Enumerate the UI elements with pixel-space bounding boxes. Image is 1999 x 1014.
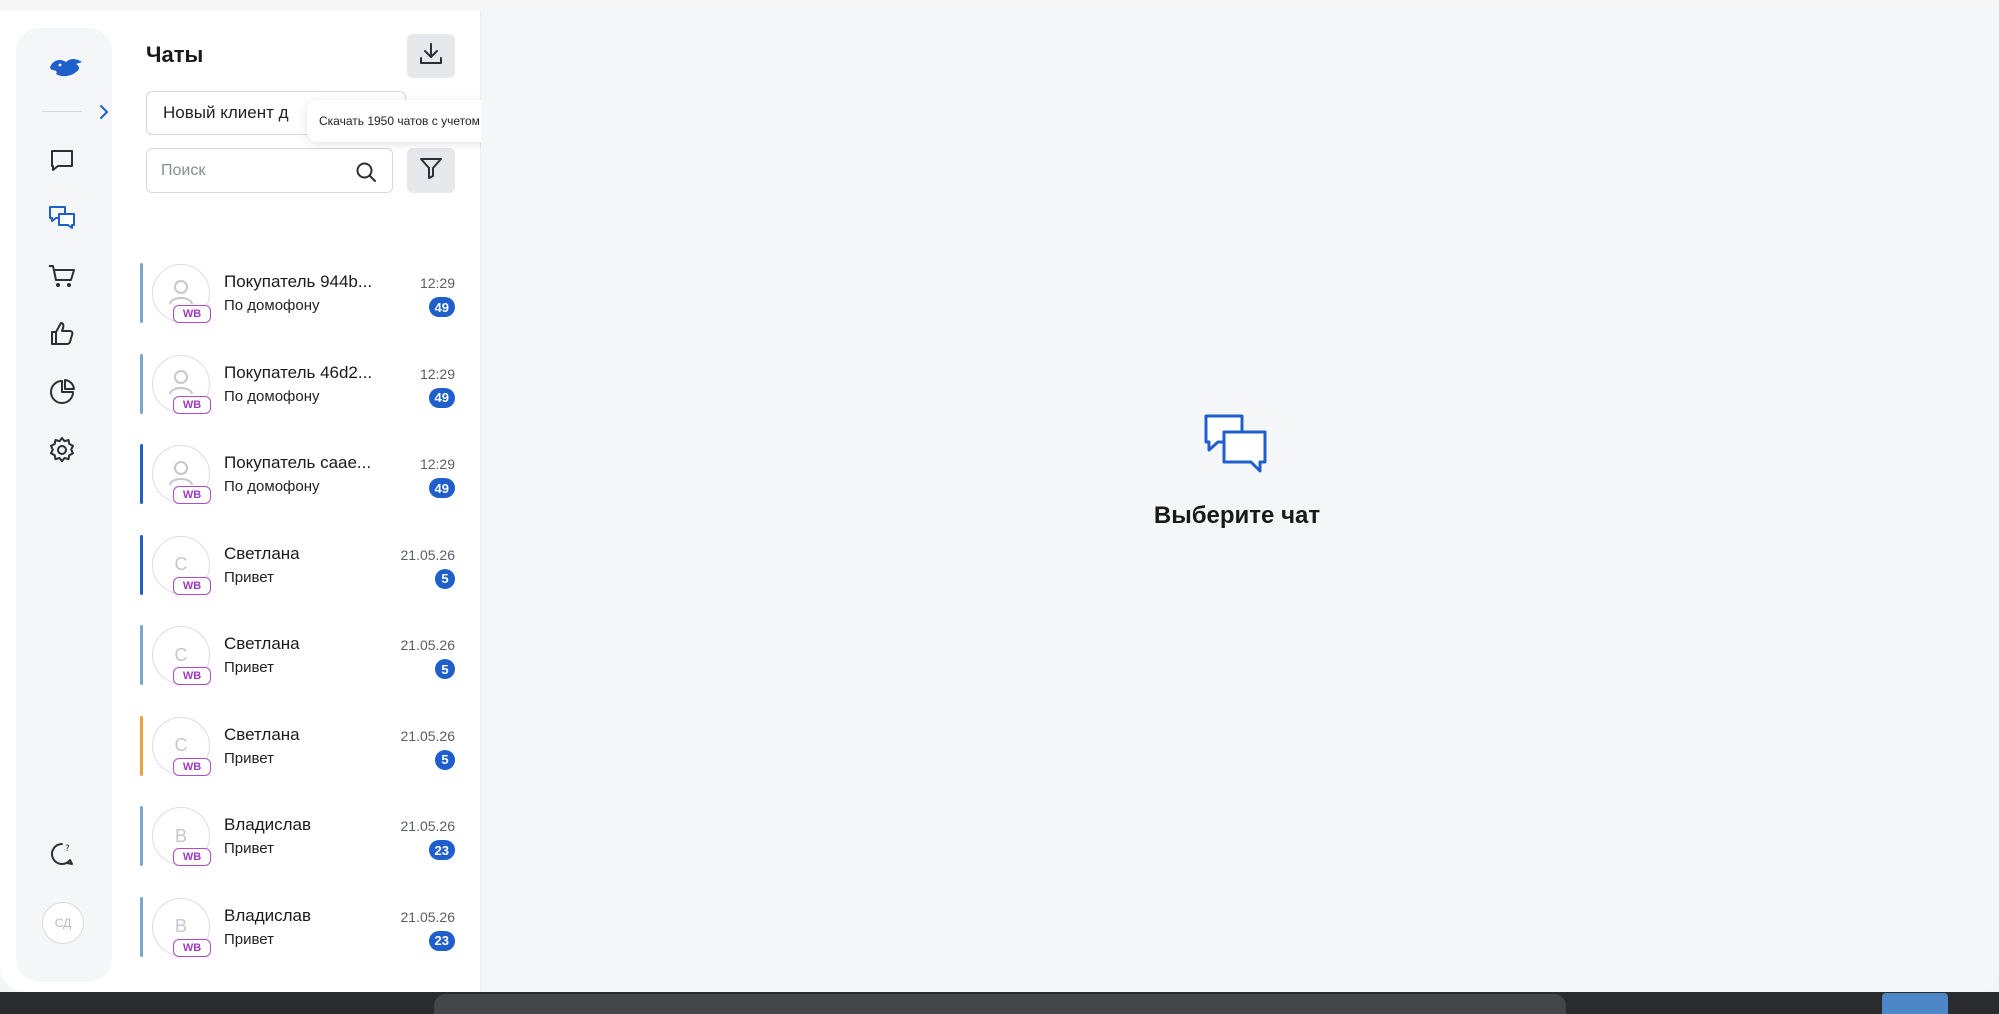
- help-chat-icon: ?: [48, 840, 76, 873]
- avatar-initial: С: [174, 735, 188, 755]
- chat-name: Светлана: [224, 724, 300, 744]
- app-window: ? СД Чаты Новый клиент д WBПокупатель 94…: [0, 10, 1999, 992]
- cart-icon: [47, 262, 77, 295]
- wb-badge: WB: [173, 757, 211, 776]
- unread-count-badge: 5: [435, 749, 455, 770]
- chat-last-message: Привет: [224, 749, 275, 767]
- chat-last-message: Привет: [224, 659, 275, 676]
- wb-badge: WB: [173, 395, 211, 414]
- thumbs-up-icon: [48, 320, 76, 353]
- download-icon: [417, 40, 445, 73]
- avatar-initial: С: [174, 644, 188, 665]
- folder-icon[interactable]: [1882, 993, 1948, 1014]
- svg-text:?: ?: [65, 844, 70, 854]
- unread-count-badge: 5: [435, 659, 455, 679]
- sidebar-item-orders[interactable]: [44, 260, 80, 296]
- chat-status-bar: [140, 263, 143, 323]
- chat-view-area: Выберите чат: [481, 10, 1999, 992]
- chevron-right-icon[interactable]: [96, 103, 112, 121]
- chat-time: 21.05.26: [400, 546, 456, 563]
- chat-time: 12:29: [419, 365, 455, 382]
- chat-time: 21.05.26: [400, 637, 456, 653]
- window-top-strip: [0, 0, 1999, 10]
- chats-icon: [1202, 410, 1270, 478]
- wb-badge: WB: [173, 486, 211, 504]
- unread-count-badge: 49: [428, 478, 455, 498]
- left-sidebar: ? СД: [16, 28, 112, 982]
- filter-icon: [418, 155, 444, 186]
- gear-icon: [47, 435, 77, 470]
- chat-last-message: Привет: [224, 840, 275, 857]
- wb-badge: WB: [173, 938, 211, 957]
- unread-count-badge: 23: [428, 930, 455, 951]
- sidebar-item-settings[interactable]: [44, 434, 80, 470]
- avatar-initial: С: [174, 554, 188, 574]
- unread-count-badge: 49: [428, 387, 455, 408]
- chat-list-item[interactable]: В WB Владислав Привет 21.05.26 23: [124, 882, 481, 973]
- chat-list-item[interactable]: С WB Светлана Привет 21.05.26 5: [124, 520, 481, 611]
- chat-list-item[interactable]: WB Покупатель caae... По домофону 12:29 49: [124, 429, 481, 520]
- user-avatar[interactable]: СД: [42, 902, 84, 944]
- chat-list-item[interactable]: WB Покупатель 46d2... По домофону 12:29 49: [124, 339, 481, 430]
- avatar-initial: В: [174, 825, 187, 846]
- chat-list-item[interactable]: С WB Светлана Привет 21.05.26 5: [124, 701, 481, 792]
- unread-count-badge: 23: [428, 840, 455, 860]
- wb-badge: WB: [173, 848, 211, 866]
- page-title: Чаты: [146, 42, 204, 67]
- chat-list-item[interactable]: В WB Владислав Привет 21.05.26 23: [124, 791, 481, 882]
- chat-list: WB Покупатель 944b... По домофону 12:29 49 WB…: [124, 248, 481, 972]
- sidebar-item-chats[interactable]: [44, 202, 80, 238]
- sidebar-item-reviews[interactable]: [44, 318, 80, 354]
- chat-list-item[interactable]: С WB Светлана Привет 21.05.26 5: [124, 610, 481, 701]
- empty-state-text: Выберите чат: [1153, 502, 1321, 529]
- chat-name: Покупатель caae...: [224, 453, 372, 472]
- wb-badge: WB: [173, 667, 211, 685]
- chat-status-bar: [140, 625, 143, 685]
- chat-status-bar: [140, 806, 143, 866]
- avatar-initial: В: [174, 916, 187, 936]
- chat-status-bar: [140, 444, 143, 504]
- chat-status-bar: [140, 534, 143, 595]
- chat-name: Покупатель 944b...: [224, 272, 373, 291]
- chat-status-bar: [140, 896, 143, 957]
- sidebar-item-messages[interactable]: [44, 144, 80, 180]
- chat-name: Владислав: [224, 905, 312, 925]
- chat-name: Светлана: [224, 634, 300, 653]
- unread-count-badge: 49: [428, 297, 455, 317]
- chat-time: 12:29: [419, 275, 455, 291]
- chat-last-message: По домофону: [224, 478, 320, 495]
- chat-time: 21.05.26: [400, 818, 456, 834]
- sidebar-divider: [42, 111, 82, 112]
- support-button[interactable]: ?: [44, 838, 80, 874]
- chat-last-message: Привет: [224, 930, 275, 948]
- chat-time: 21.05.26: [400, 908, 456, 925]
- chat-list-panel: Чаты Новый клиент д WBПокупатель 944b...…: [124, 10, 481, 992]
- pie-chart-icon: [48, 378, 76, 411]
- chat-time: 21.05.26: [400, 727, 456, 744]
- wb-badge: WB: [173, 576, 211, 595]
- chat-name: Светлана: [224, 543, 300, 563]
- taskbar-dock: [434, 994, 1566, 1014]
- unread-count-badge: 5: [435, 568, 455, 589]
- chat-name: Владислав: [224, 815, 312, 834]
- sidebar-item-analytics[interactable]: [44, 376, 80, 412]
- filter-button[interactable]: [407, 148, 455, 193]
- chat-last-message: По домофону: [224, 297, 320, 314]
- bird-logo-icon[interactable]: [46, 54, 86, 84]
- desktop-background: [0, 992, 1999, 1014]
- chat-last-message: Привет: [224, 568, 275, 586]
- chat-status-bar: [140, 715, 143, 776]
- search-field: [146, 148, 393, 193]
- chats-icon: [47, 204, 77, 237]
- chat-bubble-icon: [48, 146, 76, 179]
- chat-list-item[interactable]: WB Покупатель 944b... По домофону 12:29 49: [124, 248, 481, 339]
- chat-last-message: По домофону: [224, 387, 320, 405]
- chat-name: Покупатель 46d2...: [224, 362, 373, 382]
- chat-status-bar: [140, 353, 143, 414]
- search-input[interactable]: [161, 159, 346, 183]
- search-icon[interactable]: [354, 160, 378, 184]
- chat-time: 12:29: [419, 456, 455, 472]
- wb-badge: WB: [173, 305, 211, 323]
- download-chats-button[interactable]: [407, 34, 455, 78]
